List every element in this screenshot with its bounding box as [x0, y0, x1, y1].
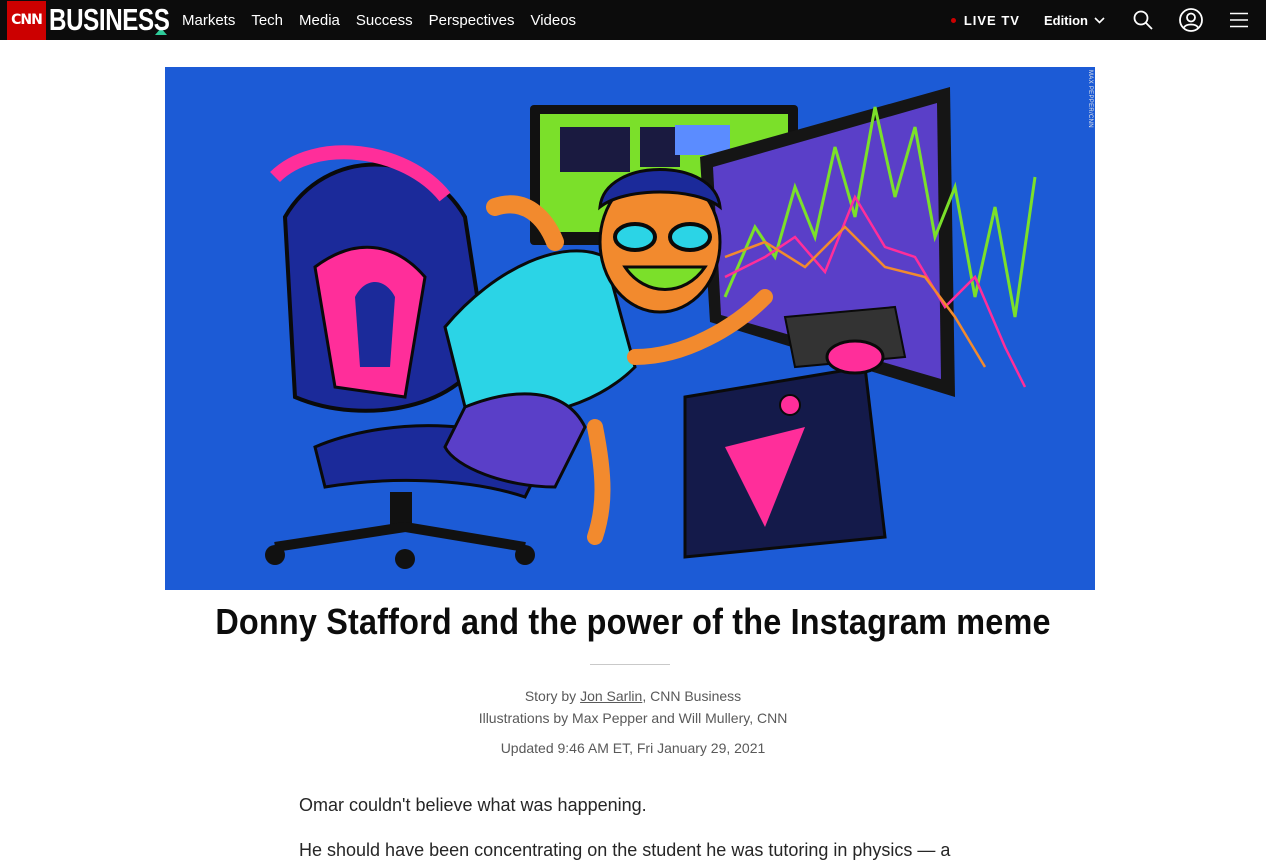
- byline-suffix: , CNN Business: [642, 688, 742, 704]
- headline-divider: [590, 664, 670, 665]
- menu-icon[interactable]: [1227, 8, 1251, 32]
- nav-videos[interactable]: Videos: [530, 12, 576, 29]
- live-tv-label: LIVE TV: [963, 12, 1020, 28]
- nav-success[interactable]: Success: [356, 12, 413, 29]
- live-tv-link[interactable]: LIVE TV: [950, 12, 1020, 28]
- search-icon[interactable]: [1131, 8, 1155, 32]
- article-headline: Donny Stafford and the power of the Inst…: [215, 601, 1051, 642]
- top-nav-bar: CNN BUSINESS Markets Tech Media Success …: [0, 0, 1266, 40]
- illustration-credit: Illustrations by Max Pepper and Will Mul…: [478, 710, 788, 726]
- byline-prefix: Story by: [524, 688, 581, 704]
- chevron-down-icon: [1094, 16, 1105, 24]
- business-logo-text: BUSINESS: [49, 2, 170, 37]
- author-link[interactable]: Jon Sarlin: [580, 688, 642, 704]
- edition-label: Edition: [1043, 12, 1088, 28]
- section-nav: Markets Tech Media Success Perspectives …: [182, 0, 592, 40]
- nav-tech[interactable]: Tech: [251, 12, 283, 29]
- updated-timestamp: Updated 9:46 AM ET, Fri January 29, 2021: [500, 740, 766, 756]
- cnn-business-logo[interactable]: CNN BUSINESS: [7, 0, 170, 40]
- nav-media[interactable]: Media: [299, 12, 340, 29]
- live-indicator-dot: [950, 17, 956, 23]
- article-paragraph: Omar couldn't believe what was happening…: [299, 795, 647, 815]
- trader-illustration: [165, 67, 1095, 590]
- story-byline: Story by Jon Sarlin, CNN Business: [0, 688, 1266, 704]
- hero-illustration: MAX PEPPER/CNN: [165, 67, 1095, 590]
- header-tools: LIVE TV Edition: [950, 0, 1266, 40]
- article-paragraph: He should have been concentrating on the…: [299, 840, 951, 860]
- image-credit: MAX PEPPER/CNN: [1087, 70, 1093, 128]
- edition-selector[interactable]: Edition: [1044, 13, 1105, 28]
- nav-markets[interactable]: Markets: [182, 12, 235, 29]
- cnn-logo: CNN: [7, 0, 46, 40]
- nav-perspectives[interactable]: Perspectives: [429, 12, 515, 29]
- account-icon[interactable]: [1179, 8, 1203, 32]
